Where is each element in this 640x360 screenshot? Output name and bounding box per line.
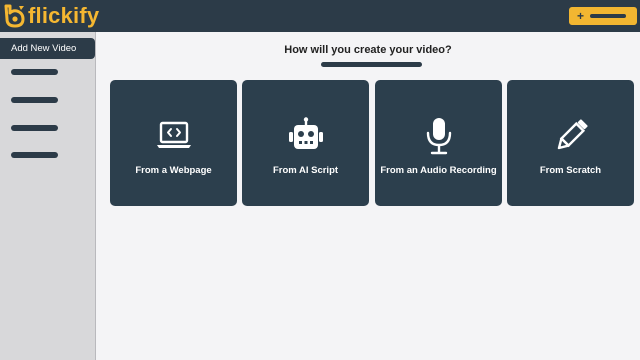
- option-card-audio-recording[interactable]: From an Audio Recording: [375, 80, 502, 206]
- title-underline: [321, 62, 422, 67]
- option-label: From a Webpage: [135, 165, 212, 176]
- app-name: flickify: [28, 3, 100, 28]
- sidebar-item-placeholder[interactable]: [11, 97, 58, 103]
- sidebar-item-placeholder[interactable]: [11, 69, 58, 75]
- option-label: From Scratch: [539, 165, 602, 176]
- sidebar-item-add-new-video[interactable]: Add New Video: [0, 38, 95, 59]
- button-label-placeholder: [590, 14, 627, 18]
- plus-icon: +: [577, 9, 585, 23]
- microphone-icon: [426, 118, 451, 155]
- pencil-icon: [557, 119, 588, 150]
- create-new-button[interactable]: +: [569, 7, 637, 25]
- option-card-scratch[interactable]: From Scratch: [507, 80, 634, 206]
- sidebar: Add New Video: [0, 32, 96, 360]
- robot-icon: [288, 117, 323, 149]
- sidebar-item-placeholder[interactable]: [11, 152, 58, 158]
- top-bar: flickify +: [0, 0, 640, 32]
- option-label: From an Audio Recording: [380, 165, 497, 176]
- sidebar-item-placeholder[interactable]: [11, 125, 58, 131]
- laptop-code-icon: [156, 121, 191, 148]
- page-title: How will you create your video?: [284, 44, 452, 56]
- option-label: From AI Script: [272, 165, 339, 176]
- logo-mark-icon: [4, 4, 25, 28]
- logo[interactable]: flickify: [4, 3, 99, 29]
- option-card-webpage[interactable]: From a Webpage: [110, 80, 237, 206]
- option-card-ai-script[interactable]: From AI Script: [242, 80, 369, 206]
